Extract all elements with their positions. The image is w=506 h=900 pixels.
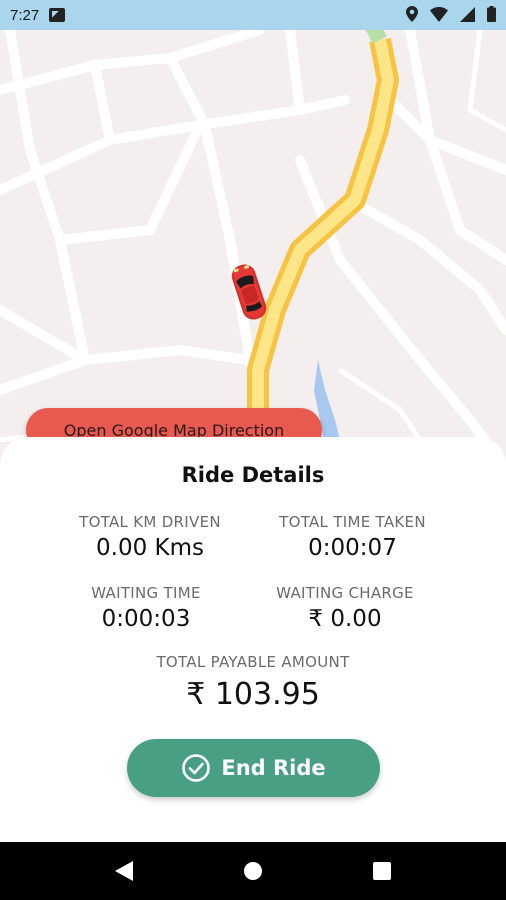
end-ride-button[interactable]: End Ride [127, 739, 380, 797]
total-payable-label: TOTAL PAYABLE AMOUNT [156, 653, 350, 671]
ride-details-title: Ride Details [181, 463, 325, 487]
car-icon [231, 264, 267, 320]
waiting-charge-value: ₹ 0.00 [308, 606, 382, 632]
total-time-value: 0:00:07 [308, 535, 397, 561]
status-time: 7:27 [10, 6, 40, 24]
waiting-time-stat: WAITING TIME 0:00:03 [46, 584, 246, 632]
recents-button[interactable] [362, 851, 402, 891]
total-km-stat: TOTAL KM DRIVEN 0.00 Kms [50, 513, 250, 561]
battery-icon [487, 6, 496, 22]
gallery-icon [49, 8, 66, 22]
waiting-time-label: WAITING TIME [91, 584, 201, 602]
home-icon [243, 862, 262, 880]
map-roads [0, 30, 506, 470]
waiting-charge-stat: WAITING CHARGE ₹ 0.00 [245, 584, 445, 632]
waiting-charge-label: WAITING CHARGE [276, 584, 414, 602]
navigation-bar [0, 842, 506, 900]
ride-details-card: Ride Details TOTAL KM DRIVEN 0.00 Kms TO… [0, 437, 506, 842]
total-time-label: TOTAL TIME TAKEN [279, 513, 426, 531]
end-ride-label: End Ride [221, 756, 326, 780]
map-view[interactable]: Open Google Map Direction [0, 30, 506, 470]
back-icon [115, 861, 134, 881]
home-button[interactable] [233, 851, 273, 891]
total-time-stat: TOTAL TIME TAKEN 0:00:07 [255, 513, 450, 561]
back-button[interactable] [104, 851, 144, 891]
check-circle-icon [182, 754, 211, 782]
recents-icon [372, 862, 391, 880]
status-bar: 7:27 [0, 0, 506, 30]
total-payable-stat: TOTAL PAYABLE AMOUNT ₹ 103.95 [103, 653, 403, 712]
signal-icon [460, 6, 475, 22]
total-km-label: TOTAL KM DRIVEN [79, 513, 221, 531]
status-icons [406, 6, 496, 22]
total-payable-value: ₹ 103.95 [186, 677, 320, 712]
location-icon [406, 6, 418, 22]
waiting-time-value: 0:00:03 [101, 606, 191, 632]
total-km-value: 0.00 Kms [96, 535, 204, 561]
wifi-icon [430, 6, 448, 22]
